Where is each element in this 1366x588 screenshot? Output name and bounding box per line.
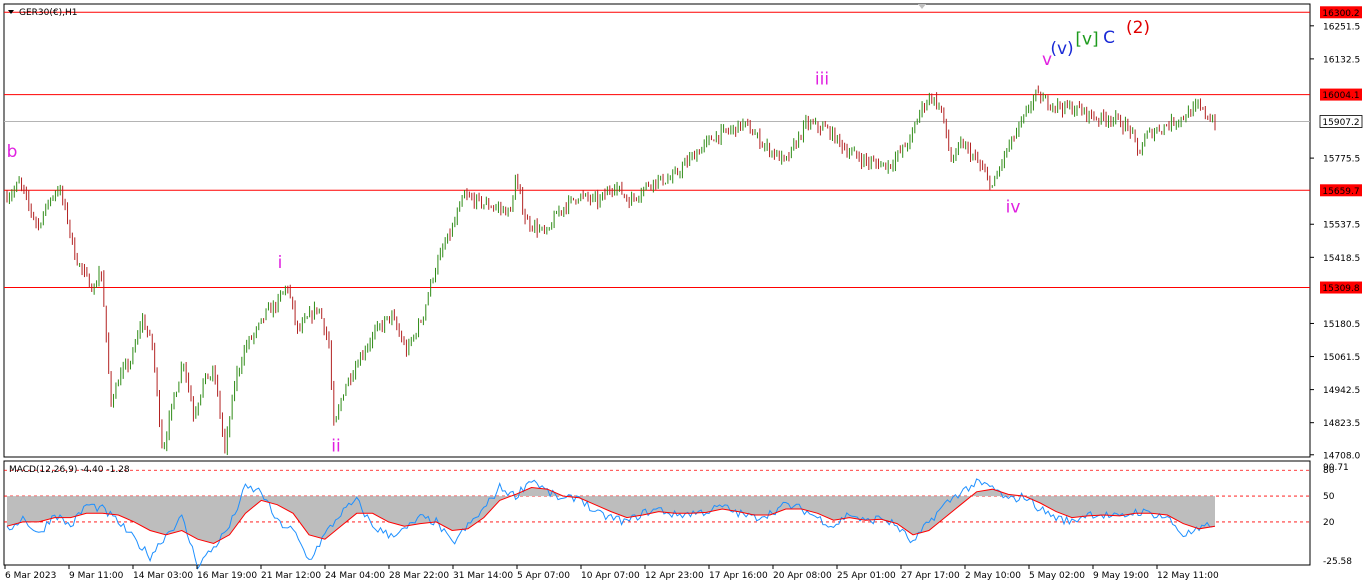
time-tick-1: 9 Mar 11:00 (69, 571, 124, 581)
time-tick-13: 25 Apr 01:00 (837, 571, 896, 581)
price-tick-1: 16132.5 (1323, 55, 1360, 65)
time-tick-0: 6 Mar 2023 (5, 571, 56, 581)
wave-label-4: iv (1006, 197, 1021, 217)
chart-shift-marker[interactable] (918, 4, 926, 9)
price-candles (6, 85, 1216, 456)
time-tick-17: 9 May 19:00 (1093, 571, 1149, 581)
time-tick-7: 31 Mar 14:00 (453, 571, 513, 581)
time-tick-18: 12 May 11:00 (1157, 571, 1219, 581)
macd-series (6, 478, 1216, 570)
price-axis: 16300.2 16004.1 15907.2 15659.7 15309.8 16251… (1310, 6, 1363, 461)
wave-label-7: [v] (1075, 29, 1098, 49)
time-tick-5: 24 Mar 04:00 (325, 571, 385, 581)
macd-tick-2: 50 (1323, 492, 1335, 502)
price-tick-7: 14942.5 (1323, 386, 1360, 396)
time-tick-14: 27 Apr 17:00 (901, 571, 960, 581)
time-tick-4: 21 Mar 12:00 (261, 571, 321, 581)
wave-label-3: iii (815, 70, 829, 90)
wave-label-9: (2) (1126, 18, 1150, 38)
price-tick-2: 15775.5 (1323, 155, 1360, 165)
time-tick-8: 5 Apr 07:00 (517, 571, 570, 581)
wave-label-2: ii (331, 436, 340, 456)
price-levels (4, 11, 1310, 289)
price-tick-6: 15061.5 (1323, 353, 1360, 363)
chart-canvas: biiiiiiivv(v) [v] C (2) 16300.216004.115907… (3, 3, 1363, 581)
price-tick-0: 16251.5 (1323, 22, 1360, 32)
wave-label-1: i (278, 253, 283, 273)
time-tick-12: 20 Apr 08:00 (773, 571, 832, 581)
time-tick-6: 28 Mar 22:00 (389, 571, 449, 581)
wave-labels: biiiiiiivv(v) [v] C (2) (7, 18, 1150, 456)
time-tick-11: 17 Apr 16:00 (709, 571, 768, 581)
macd-axis: 90.71805020-25.58 (1323, 463, 1352, 567)
time-tick-2: 14 Mar 03:00 (133, 571, 193, 581)
price-tick-3: 15537.5 (1323, 221, 1360, 231)
price-tick-5: 15180.5 (1323, 320, 1360, 330)
time-axis: 6 Mar 2023 9 Mar 11:00 14 Mar 03:00 16 Mar … (4, 565, 1219, 581)
time-tick-9: 10 Apr 07:00 (581, 571, 640, 581)
wave-label-8: C (1103, 28, 1115, 48)
price-tick-8: 14823.5 (1323, 419, 1360, 429)
price-tick-4: 15418.5 (1323, 254, 1360, 264)
macd-tick-3: 20 (1323, 518, 1335, 528)
time-tick-15: 2 May 10:00 (965, 571, 1021, 581)
symbol-label: GER30(€),H1 (19, 8, 77, 18)
price-tick-9: 14708.0 (1323, 451, 1360, 461)
time-tick-16: 5 May 02:00 (1029, 571, 1085, 581)
time-tick-10: 12 Apr 23:00 (645, 571, 704, 581)
macd-tick-4: -25.58 (1323, 557, 1352, 567)
level-label-2: 15907.2 (1322, 118, 1359, 128)
macd-tick-1: 80 (1323, 466, 1335, 476)
macd-label: MACD(12,26,9) -4.40 -1.28 (9, 465, 130, 475)
wave-label-6: (v) (1050, 39, 1073, 59)
level-label-4: 15309.8 (1322, 284, 1359, 294)
price-panel-frame (3, 3, 1311, 458)
level-label-0: 16300.2 (1322, 9, 1359, 19)
time-tick-3: 16 Mar 19:00 (197, 571, 257, 581)
level-label-3: 15659.7 (1322, 187, 1359, 197)
level-label-1: 16004.1 (1322, 91, 1359, 101)
wave-label-0: b (7, 142, 18, 162)
